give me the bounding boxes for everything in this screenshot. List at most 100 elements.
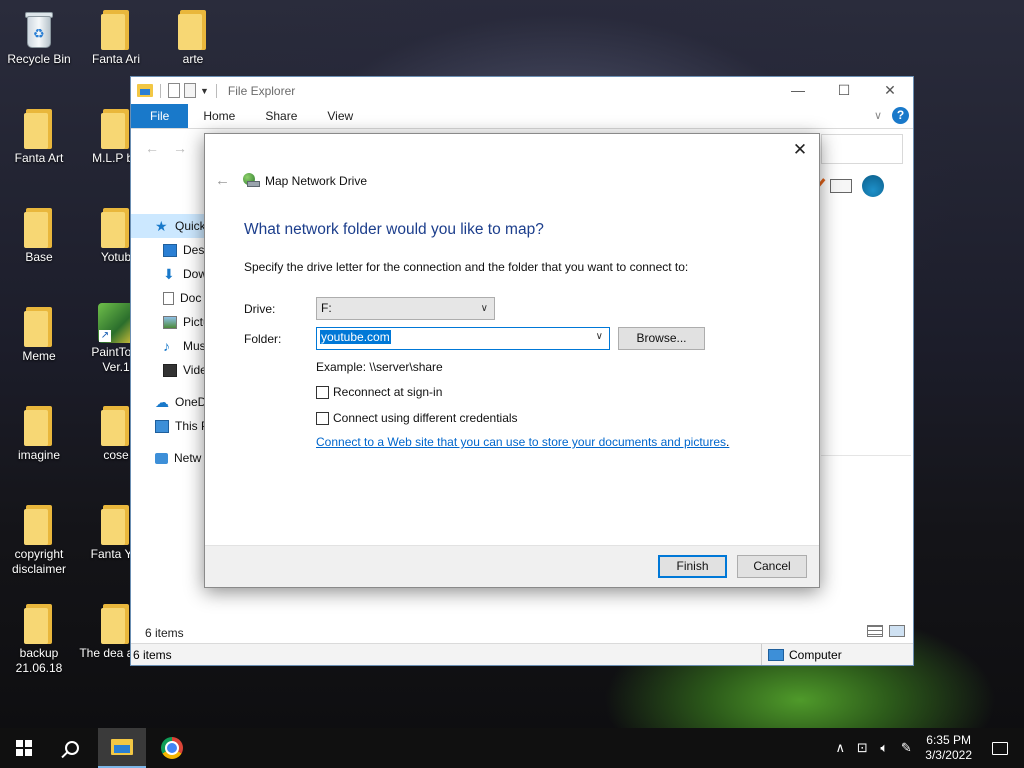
computer-icon <box>155 419 169 433</box>
help-icon[interactable]: ? <box>892 107 909 124</box>
taskbar-file-explorer[interactable] <box>98 728 146 768</box>
chevron-down-icon: ∨ <box>480 303 488 314</box>
dialog-title: Map Network Drive <box>265 173 368 188</box>
nav-item-downloads[interactable]: ⬇ Dow <box>131 262 206 286</box>
items-count: 6 items <box>145 626 184 640</box>
minimize-button[interactable]: — <box>775 77 821 104</box>
folder-icon <box>101 604 131 644</box>
cloud-icon: ☁ <box>155 393 169 410</box>
desktop-icon-recycle-bin[interactable]: ♻ Recycle Bin <box>0 10 78 67</box>
desktop-icon-folder[interactable]: imagine <box>0 406 78 463</box>
map-network-drive-dialog: ✕ ← Map Network Drive What network folde… <box>204 133 820 588</box>
recycle-bin-icon: ♻ <box>23 10 55 50</box>
nav-item-desktop[interactable]: Desk <box>131 238 206 262</box>
desktop-icon-label: Base <box>25 250 53 264</box>
desktop-icon-label: backup 21.06.18 <box>15 646 63 675</box>
credentials-checkbox-row[interactable]: Connect using different credentials <box>316 411 518 425</box>
desktop-icon-folder[interactable]: Fanta Art <box>0 109 78 166</box>
web-site-link-row: Connect to a Web site that you can use t… <box>316 435 729 449</box>
cancel-button[interactable]: Cancel <box>737 555 807 578</box>
tab-home[interactable]: Home <box>188 104 250 128</box>
dialog-close-button[interactable]: ✕ <box>789 139 811 161</box>
nav-item-onedrive[interactable]: ☁ OneD <box>131 390 206 414</box>
folder-icon <box>101 10 131 50</box>
nav-item-network[interactable]: Netw <box>131 446 206 470</box>
nav-item-music[interactable]: ♪ Mus <box>131 334 206 358</box>
explorer-folder-icon <box>137 84 153 97</box>
nav-item-quick-access[interactable]: ★ Quick <box>131 214 206 238</box>
folder-input[interactable]: youtube.com ∨ <box>316 327 610 350</box>
star-icon: ★ <box>155 217 168 234</box>
system-tray: ∧ ⊡ 🔈︎ ✎ 6:35 PM 3/3/2022 <box>829 728 1024 768</box>
search-box[interactable] <box>821 134 903 164</box>
browse-button[interactable]: Browse... <box>618 327 705 350</box>
computer-icon <box>768 648 784 661</box>
details-view-icon[interactable] <box>867 625 883 637</box>
chevron-down-icon[interactable]: ∨ <box>596 331 603 342</box>
nav-item-this-pc[interactable]: This P <box>131 414 206 438</box>
reconnect-checkbox-row[interactable]: Reconnect at sign-in <box>316 385 442 399</box>
drive-select[interactable]: F: ∨ <box>316 297 495 320</box>
explorer-toolbar <box>811 175 884 197</box>
forward-arrow-icon[interactable]: → <box>173 140 187 156</box>
close-button[interactable]: ✕ <box>867 77 913 104</box>
clock[interactable]: 6:35 PM 3/3/2022 <box>925 733 972 763</box>
nav-item-pictures[interactable]: Pictu <box>131 310 206 334</box>
tab-file[interactable]: File <box>131 104 189 128</box>
quick-access-toolbar: ▼ <box>137 83 220 98</box>
expand-ribbon-chevron-icon[interactable]: ∨ <box>874 109 882 122</box>
search-icon <box>65 741 79 755</box>
desktop-icon-label: Fanta Art <box>14 151 64 165</box>
chrome-icon <box>161 737 183 759</box>
finish-button[interactable]: Finish <box>658 555 727 578</box>
customize-toolbar-dropdown-icon[interactable]: ▼ <box>200 86 209 96</box>
folder-icon <box>24 406 54 446</box>
taskbar-chrome[interactable] <box>148 728 196 768</box>
nav-item-label: Desk <box>183 243 206 257</box>
nav-item-label: Vide <box>183 363 206 377</box>
reconnect-checkbox[interactable] <box>316 385 329 399</box>
web-site-link[interactable]: Connect to a Web site that you can use t… <box>316 435 726 449</box>
notifications-icon[interactable] <box>992 741 1008 755</box>
tab-view[interactable]: View <box>312 104 368 128</box>
maximize-button[interactable]: ☐ <box>821 77 867 104</box>
back-arrow-icon[interactable]: ← <box>145 140 159 156</box>
pen-icon[interactable]: ✎ <box>895 740 917 756</box>
nav-item-documents[interactable]: Doc <box>131 286 206 310</box>
desktop-icon-folder[interactable]: Fanta Ari <box>77 10 155 67</box>
explorer-titlebar[interactable]: ▼ File Explorer — ☐ ✕ <box>131 77 913 104</box>
reconnect-label: Reconnect at sign-in <box>333 385 443 399</box>
folder-icon <box>178 10 208 50</box>
desktop-icon-folder[interactable]: Meme <box>0 307 78 364</box>
dialog-footer: Finish Cancel <box>205 545 819 587</box>
taskbar: ∧ ⊡ 🔈︎ ✎ 6:35 PM 3/3/2022 <box>0 728 1024 768</box>
shell-icon[interactable] <box>862 175 884 197</box>
desktop-icon-label: Fanta Ari <box>91 52 141 66</box>
credentials-checkbox[interactable] <box>316 411 329 425</box>
start-button[interactable] <box>0 728 48 768</box>
desktop-icon-folder[interactable]: Base <box>0 208 78 265</box>
large-icons-view-icon[interactable] <box>889 625 905 637</box>
new-folder-icon[interactable] <box>184 83 196 98</box>
nav-item-videos[interactable]: Vide <box>131 358 206 382</box>
properties-icon[interactable] <box>168 83 180 98</box>
volume-icon[interactable]: 🔈︎ <box>873 740 895 756</box>
desktop-icon-folder[interactable]: backup 21.06.18 <box>0 604 78 676</box>
email-icon[interactable] <box>830 179 852 193</box>
desktop-icon-folder[interactable]: copyright disclaimer <box>0 505 78 577</box>
dialog-header: ← Map Network Drive <box>215 172 367 189</box>
drive-label: Drive: <box>244 302 276 316</box>
tab-share[interactable]: Share <box>250 104 312 128</box>
network-icon[interactable]: ⊡ <box>851 740 873 756</box>
chevron-up-icon[interactable]: ∧ <box>829 740 851 756</box>
desktop-icon-label: imagine <box>17 448 61 462</box>
clock-time: 6:35 PM <box>926 733 971 747</box>
painttool-icon: ↗ <box>98 303 134 343</box>
window-title: File Explorer <box>227 83 296 98</box>
nav-item-label: Quick <box>175 219 206 233</box>
video-icon <box>163 363 177 377</box>
back-arrow-icon[interactable]: ← <box>215 172 233 189</box>
desktop-icon-folder[interactable]: arte <box>154 10 232 67</box>
search-button[interactable] <box>48 728 96 768</box>
file-explorer-icon <box>111 739 133 755</box>
